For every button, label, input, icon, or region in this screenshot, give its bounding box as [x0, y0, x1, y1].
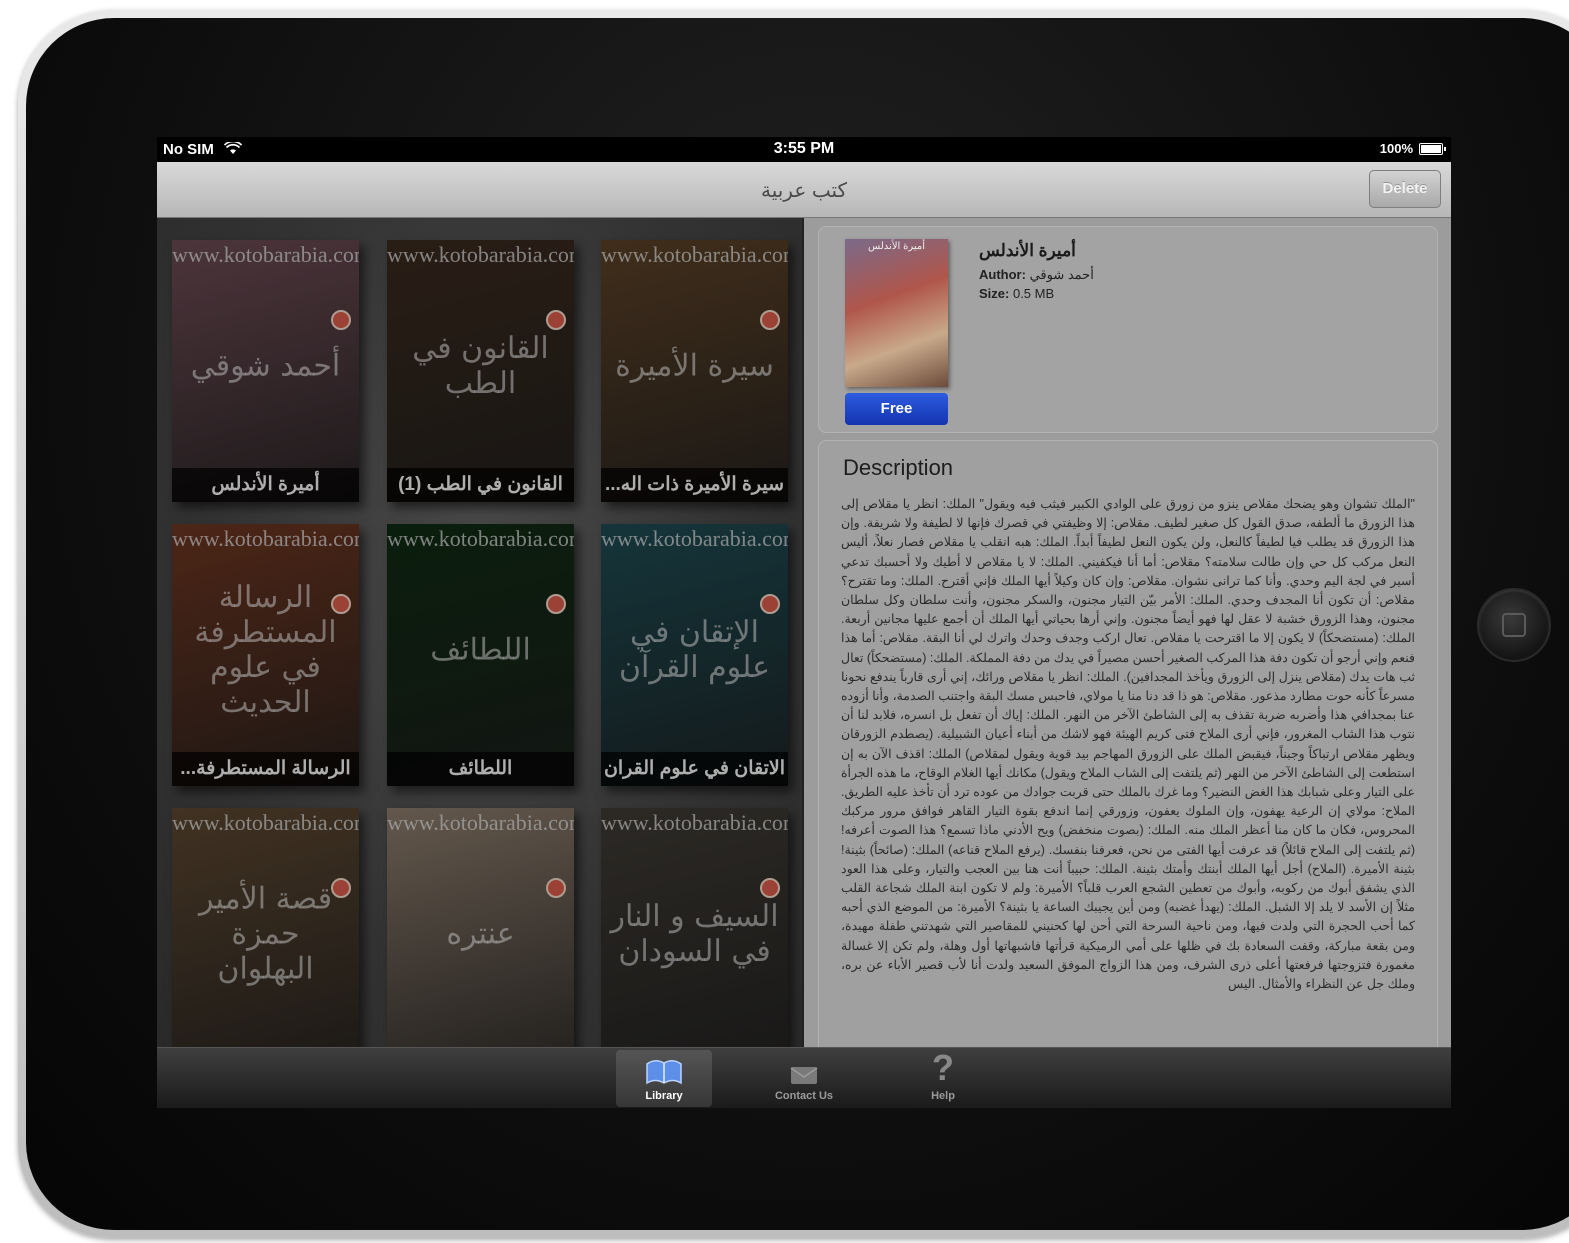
book-cover[interactable]: www.kotobarabia.com سيرة الأميرة سيرة الأم… [601, 240, 788, 502]
cover-overlay [387, 808, 574, 1070]
delete-button[interactable]: Delete [1369, 170, 1441, 208]
cover-overlay [387, 240, 574, 502]
battery-icon [1419, 142, 1446, 155]
book-info-card: أميرة الأندلس Free أميرة الأندلس Author:… [818, 226, 1438, 433]
help-icon: ? [932, 1047, 954, 1088]
book-cover[interactable]: www.kotobarabia.com القانون في الطب القانو… [387, 240, 574, 502]
description-heading: Description [843, 455, 954, 480]
cover-overlay [601, 524, 788, 786]
book-cover[interactable]: www.kotobarabia.com اللطائف اللطائف [387, 524, 574, 786]
thumbnail-title: أميرة الأندلس [868, 241, 925, 252]
cover-overlay [601, 808, 788, 1070]
book-cover[interactable]: www.kotobarabia.com السيف و النار في السو… [601, 808, 788, 1070]
tab-contact-label: Contact Us [774, 1090, 834, 1102]
tab-library[interactable]: Library [616, 1050, 712, 1107]
free-download-button[interactable]: Free [845, 393, 948, 425]
cover-overlay [172, 524, 359, 786]
contact-icon [756, 1050, 852, 1086]
description-text: "الملك تشوان وهو يضحك مقلاص ينزو من زورق… [841, 497, 1415, 992]
library-icon [616, 1050, 712, 1086]
size-value: 0.5 MB [1012, 286, 1055, 301]
cover-overlay [601, 240, 788, 502]
book-cover[interactable]: www.kotobarabia.com الرسالة المستطرفة في … [172, 524, 359, 786]
cover-overlay [387, 524, 574, 786]
library-grid: www.kotobarabia.com أحمد شوقي أميرة الأندل… [157, 218, 804, 1070]
book-detail-panel: أميرة الأندلس Free أميرة الأندلس Author:… [804, 218, 1451, 1062]
cover-overlay [172, 808, 359, 1070]
tab-contact-us[interactable]: Contact Us [756, 1050, 852, 1107]
status-bar: No SIM 3:55 PM 100% [157, 137, 1451, 162]
book-cover[interactable]: www.kotobarabia.com قصة الأمير حمزة البهل… [172, 808, 359, 1070]
description-card[interactable]: Description "الملك تشوان وهو يضحك مقلاص … [818, 440, 1438, 1062]
book-title: أميرة الأندلس [979, 241, 1076, 260]
status-time: 3:55 PM [773, 140, 835, 157]
book-cover[interactable]: www.kotobarabia.com الإتقان في علوم القرآ… [601, 524, 788, 786]
tab-library-label: Library [645, 1090, 683, 1102]
tab-help[interactable]: ? Help [895, 1050, 991, 1107]
home-square-icon [1502, 613, 1526, 637]
tab-help-label: Help [931, 1090, 955, 1102]
author-label: Author: [979, 267, 1026, 282]
tab-bar: Library Contact Us ? Help [157, 1047, 1451, 1108]
screen: No SIM 3:55 PM 100% كتب عربية Delete www… [157, 137, 1451, 1108]
battery-percent: 100% [1379, 141, 1413, 156]
book-cover[interactable]: www.kotobarabia.com أحمد شوقي أميرة الأندل… [172, 240, 359, 502]
size-label: Size: [979, 286, 1010, 301]
nav-title: كتب عربية [760, 180, 848, 202]
book-cover[interactable]: www.kotobarabia.com عنتره [387, 808, 574, 1070]
cover-overlay [172, 240, 359, 502]
book-meta: أميرة الأندلس Author: أحمد شوقي Size: 0.… [979, 241, 1094, 301]
home-button[interactable] [1477, 588, 1551, 662]
author-value: أحمد شوقي [1029, 267, 1094, 282]
navigation-bar: كتب عربية Delete [157, 162, 1451, 218]
book-thumbnail[interactable]: أميرة الأندلس [845, 239, 948, 387]
